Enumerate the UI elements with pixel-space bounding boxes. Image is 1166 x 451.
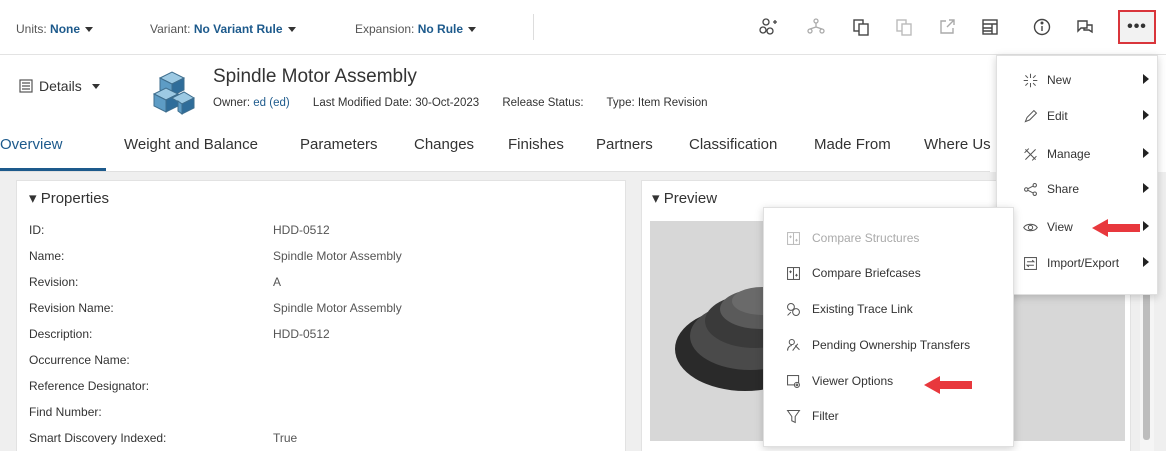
- menu-item-import-export[interactable]: Import/Export: [997, 247, 1157, 279]
- property-label: Description:: [29, 327, 93, 341]
- trace-link-icon: [782, 298, 804, 320]
- item-meta: Owner: ed (ed) Last Modified Date: 30-Oc…: [213, 97, 728, 109]
- property-label: Name:: [29, 249, 65, 263]
- tab-classification[interactable]: Classification: [689, 136, 777, 153]
- tab-made-from[interactable]: Made From: [814, 136, 891, 153]
- compare-briefcases-icon: [782, 262, 804, 284]
- tab-parameters[interactable]: Parameters: [300, 136, 378, 153]
- expansion-value: No Rule: [417, 22, 464, 36]
- more-actions-button[interactable]: •••: [1118, 10, 1156, 44]
- open-external-icon[interactable]: [936, 16, 958, 38]
- menu-item-compare-structures[interactable]: Compare Structures: [764, 222, 1013, 254]
- share-icon: [1019, 178, 1041, 200]
- owner-link[interactable]: ed (ed): [253, 97, 289, 109]
- sparkle-icon: [1019, 69, 1041, 91]
- eye-icon: [1019, 216, 1041, 238]
- chevron-right-icon: [1143, 183, 1149, 193]
- chevron-right-icon: [1143, 221, 1149, 231]
- property-label: Smart Discovery Indexed:: [29, 431, 167, 445]
- structure-icon[interactable]: [805, 16, 827, 38]
- menu-item-new[interactable]: New: [997, 64, 1157, 96]
- details-label: Details: [39, 78, 82, 94]
- discussion-icon[interactable]: [1074, 16, 1096, 38]
- tab-finishes[interactable]: Finishes: [508, 136, 564, 153]
- units-label: Units:: [16, 22, 47, 36]
- variant-value: No Variant Rule: [193, 22, 283, 36]
- callout-arrow: [1092, 219, 1140, 237]
- type-field: Type: Item Revision: [606, 97, 708, 109]
- menu-item-edit[interactable]: Edit: [997, 100, 1157, 132]
- chevron-down-icon: [85, 27, 94, 33]
- document-icon: [19, 79, 33, 93]
- tab-partners[interactable]: Partners: [596, 136, 653, 153]
- chevron-down-icon: [287, 27, 296, 33]
- tab-overview[interactable]: Overview: [0, 136, 63, 153]
- page-title: Spindle Motor Assembly: [213, 66, 417, 87]
- release-status-field: Release Status:: [502, 97, 584, 109]
- property-value: A: [273, 275, 282, 289]
- property-label: Revision Name:: [29, 301, 114, 315]
- properties-panel: ▾ Properties ID: HDD-0512 Name: Spindle …: [16, 180, 626, 451]
- details-dropdown[interactable]: Details: [18, 78, 100, 94]
- property-label: Revision:: [29, 275, 79, 289]
- active-tab-indicator: [0, 168, 106, 171]
- properties-header[interactable]: ▾ Properties: [29, 189, 109, 207]
- tab-changes[interactable]: Changes: [414, 136, 474, 153]
- preview-header[interactable]: ▾ Preview: [652, 189, 717, 207]
- copy-icon[interactable]: [850, 16, 872, 38]
- layout-icon[interactable]: [979, 16, 1001, 38]
- item-revision-icon: [152, 71, 196, 115]
- tab-where-used[interactable]: Where Us: [924, 136, 991, 153]
- menu-item-viewer-options[interactable]: Viewer Options: [764, 365, 1013, 397]
- menu-item-compare-briefcases[interactable]: Compare Briefcases: [764, 257, 1013, 289]
- units-dropdown[interactable]: Units: None: [16, 22, 94, 36]
- menu-item-existing-trace-link[interactable]: Existing Trace Link: [764, 293, 1013, 325]
- chevron-right-icon: [1143, 74, 1149, 84]
- modified-field: Last Modified Date: 30-Oct-2023: [312, 97, 480, 109]
- property-value: HDD-0512: [273, 223, 330, 237]
- toolbar-divider: [533, 14, 534, 40]
- units-value: None: [50, 22, 81, 36]
- toolbar: Units: None Variant: No Variant Rule Exp…: [0, 0, 1166, 55]
- pencil-icon: [1019, 105, 1041, 127]
- property-value: Spindle Motor Assembly: [273, 301, 402, 315]
- tools-icon: [1019, 143, 1041, 165]
- menu-item-share[interactable]: Share: [997, 173, 1157, 205]
- view-submenu: Compare Structures Compare Briefcases Ex…: [763, 207, 1014, 447]
- viewer-options-icon: [782, 370, 804, 392]
- property-label: Reference Designator:: [29, 379, 150, 393]
- property-value: Spindle Motor Assembly: [273, 249, 402, 263]
- property-label: Find Number:: [29, 405, 102, 419]
- property-value: True: [273, 431, 298, 445]
- add-structure-icon[interactable]: [757, 16, 779, 38]
- callout-arrow: [924, 376, 972, 394]
- expansion-dropdown[interactable]: Expansion: No Rule: [355, 22, 477, 36]
- menu-item-pending-ownership-transfers[interactable]: Pending Ownership Transfers: [764, 329, 1013, 361]
- chevron-right-icon: [1143, 148, 1149, 158]
- menu-item-manage[interactable]: Manage: [997, 138, 1157, 170]
- filter-icon: [782, 405, 804, 427]
- tab-weight-and-balance[interactable]: Weight and Balance: [124, 136, 258, 153]
- chevron-down-icon: [468, 27, 477, 33]
- more-actions-menu: New Edit Manage Share View Import/Export: [996, 55, 1158, 295]
- expansion-label: Expansion:: [355, 22, 415, 36]
- tab-bar: Overview Weight and Balance Parameters C…: [0, 136, 991, 166]
- chevron-right-icon: [1143, 110, 1149, 120]
- ownership-transfer-icon: [782, 334, 804, 356]
- menu-item-filter[interactable]: Filter: [764, 400, 1013, 432]
- chevron-right-icon: [1143, 257, 1149, 267]
- property-label: Occurrence Name:: [29, 353, 130, 367]
- compare-structures-icon: [782, 227, 804, 249]
- chevron-down-icon: [91, 83, 100, 89]
- import-export-icon: [1019, 252, 1041, 274]
- property-value: HDD-0512: [273, 327, 330, 341]
- owner-field: Owner: ed (ed): [213, 97, 290, 109]
- property-label: ID:: [29, 223, 45, 237]
- info-icon[interactable]: [1031, 16, 1053, 38]
- variant-dropdown[interactable]: Variant: No Variant Rule: [150, 22, 296, 36]
- variant-label: Variant:: [150, 22, 191, 36]
- paste-icon[interactable]: [893, 16, 915, 38]
